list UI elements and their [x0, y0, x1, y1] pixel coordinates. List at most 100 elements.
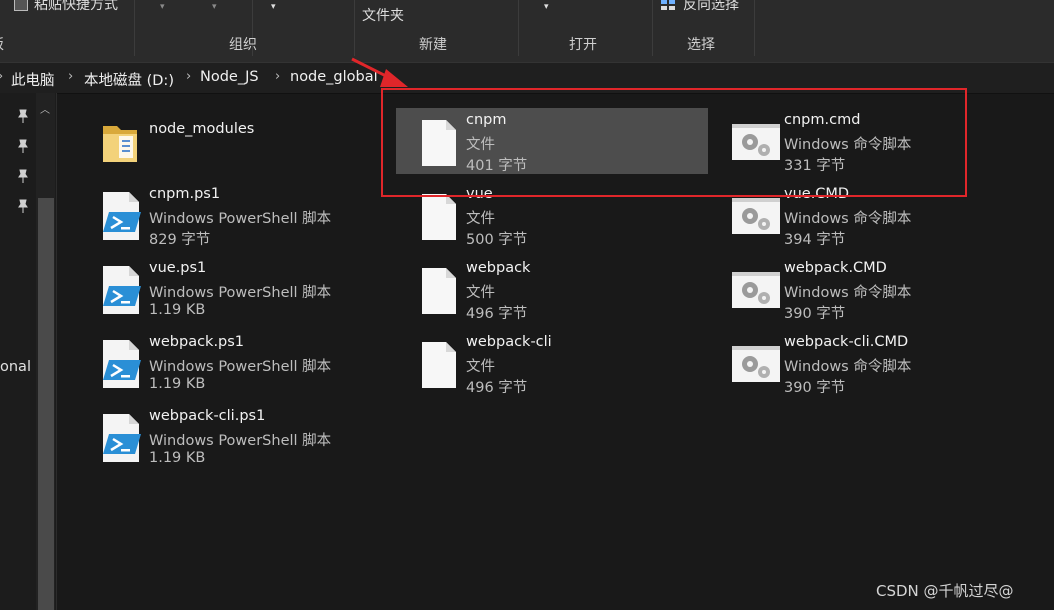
chevron-down-icon[interactable]: ▾ [160, 2, 165, 12]
folder-icon [95, 116, 147, 168]
pin-icon[interactable] [17, 109, 29, 123]
file-type: Windows 命令脚本 [784, 137, 912, 153]
file-name: vue.ps1 [149, 260, 207, 276]
file-type: Windows 命令脚本 [784, 211, 912, 227]
ribbon-group-label: 组织 [229, 37, 257, 53]
cmd-gears-icon [730, 116, 782, 168]
file-item[interactable]: cnpm.ps1 Windows PowerShell 脚本 829 字节 [79, 182, 379, 248]
chevron-down-icon[interactable]: ▾ [271, 2, 276, 12]
ribbon-group-label: 新建 [419, 37, 447, 53]
blank-file-icon [412, 338, 464, 390]
file-name: webpack [466, 260, 531, 276]
file-type: 文件 [466, 137, 495, 153]
chevron-right-icon[interactable]: › [68, 69, 73, 84]
ribbon: 粘贴快捷方式 ▾ ▾ ▾ 文件夹 ▾ 反向选择 板 组织 新建 打开 选择 [0, 0, 1054, 62]
pin-icon[interactable] [17, 139, 29, 153]
ribbon-group-label: 打开 [569, 37, 597, 53]
ribbon-divider [652, 0, 653, 56]
file-size: 1.19 KB [149, 302, 206, 318]
scrollbar-thumb[interactable] [38, 198, 54, 610]
paste-shortcut-button[interactable]: 粘贴快捷方式 [34, 0, 118, 14]
new-folder-button[interactable]: 文件夹 [362, 5, 404, 25]
file-size: 1.19 KB [149, 450, 206, 466]
file-size: 1.19 KB [149, 376, 206, 392]
file-item[interactable]: webpack-cli.ps1 Windows PowerShell 脚本 1.19… [79, 404, 379, 470]
file-type: 文件 [466, 211, 495, 227]
powershell-icon [95, 338, 147, 390]
cmd-gears-icon [730, 338, 782, 390]
pin-icon[interactable] [17, 199, 29, 213]
file-item[interactable]: webpack.CMD Windows 命令脚本 390 字节 [714, 256, 1014, 322]
file-item[interactable]: vue.CMD Windows 命令脚本 394 字节 [714, 182, 1014, 248]
file-item[interactable]: node_modules [79, 108, 379, 174]
breadcrumb-item[interactable]: Node_JS [200, 69, 259, 85]
file-size: 390 字节 [784, 380, 846, 396]
file-type: Windows 命令脚本 [784, 359, 912, 375]
file-item[interactable]: webpack-cli 文件 496 字节 [396, 330, 708, 396]
chevron-right-icon[interactable]: › [186, 69, 191, 84]
file-size: 390 字节 [784, 306, 846, 322]
file-size: 829 字节 [149, 232, 211, 248]
ribbon-divider [754, 0, 755, 56]
file-item[interactable]: vue 文件 500 字节 [396, 182, 708, 248]
file-name: webpack.ps1 [149, 334, 245, 350]
file-item[interactable]: webpack-cli.CMD Windows 命令脚本 390 字节 [714, 330, 1014, 396]
file-type: 文件 [466, 285, 495, 301]
breadcrumb-item[interactable]: 此电脑 [11, 69, 55, 90]
file-size: 401 字节 [466, 158, 528, 174]
ribbon-divider [354, 0, 355, 56]
ribbon-group-label: 选择 [687, 37, 715, 53]
file-name: webpack-cli [466, 334, 552, 350]
file-name: webpack.CMD [784, 260, 887, 276]
file-item[interactable]: vue.ps1 Windows PowerShell 脚本 1.19 KB [79, 256, 379, 322]
powershell-icon [95, 264, 147, 316]
blank-file-icon [412, 264, 464, 316]
ribbon-divider [518, 0, 519, 56]
watermark: CSDN @千帆过尽@ [876, 582, 1014, 600]
file-type: Windows PowerShell 脚本 [149, 433, 332, 449]
file-item[interactable]: webpack.ps1 Windows PowerShell 脚本 1.19 KB [79, 330, 379, 396]
file-item[interactable]: cnpm 文件 401 字节 [396, 108, 708, 174]
file-name: node_modules [149, 121, 255, 137]
navigation-pane: ︿ onal [0, 93, 57, 610]
cmd-gears-icon [730, 190, 782, 242]
file-type: Windows PowerShell 脚本 [149, 211, 332, 227]
breadcrumb-item[interactable]: 本地磁盘 (D:) [84, 69, 174, 90]
paste-shortcut-icon [14, 0, 28, 11]
file-name: vue [466, 186, 493, 202]
nav-item-label[interactable]: onal [0, 359, 31, 375]
chevron-down-icon[interactable]: ▾ [544, 2, 549, 12]
chevron-up-icon[interactable]: ︿ [40, 101, 50, 116]
file-item[interactable]: cnpm.cmd Windows 命令脚本 331 字节 [714, 108, 1014, 174]
file-size: 496 字节 [466, 306, 528, 322]
ribbon-group-label: 板 [0, 34, 4, 54]
file-name: webpack-cli.CMD [784, 334, 909, 350]
blank-file-icon [412, 116, 464, 168]
invert-selection-button[interactable]: 反向选择 [683, 0, 739, 14]
file-name: cnpm.ps1 [149, 186, 221, 202]
powershell-icon [95, 190, 147, 242]
breadcrumb-item[interactable]: node_global [290, 69, 378, 85]
file-name: vue.CMD [784, 186, 850, 202]
cmd-gears-icon [730, 264, 782, 316]
file-type: 文件 [466, 359, 495, 375]
file-type: Windows 命令脚本 [784, 285, 912, 301]
file-type: Windows PowerShell 脚本 [149, 285, 332, 301]
blank-file-icon [412, 190, 464, 242]
file-size: 496 字节 [466, 380, 528, 396]
file-name: cnpm [466, 112, 507, 128]
invert-selection-icon [661, 0, 676, 10]
chevron-right-icon[interactable]: › [275, 69, 280, 84]
ribbon-divider [134, 0, 135, 56]
address-bar[interactable]: › 此电脑 › 本地磁盘 (D:) › Node_JS › node_globa… [0, 62, 1054, 94]
file-item[interactable]: webpack 文件 496 字节 [396, 256, 708, 322]
file-name: webpack-cli.ps1 [149, 408, 266, 424]
file-type: Windows PowerShell 脚本 [149, 359, 332, 375]
file-size: 331 字节 [784, 158, 846, 174]
powershell-icon [95, 412, 147, 464]
file-size: 394 字节 [784, 232, 846, 248]
chevron-down-icon[interactable]: ▾ [212, 2, 217, 12]
chevron-right-icon: › [0, 69, 3, 84]
pin-icon[interactable] [17, 169, 29, 183]
file-name: cnpm.cmd [784, 112, 861, 128]
